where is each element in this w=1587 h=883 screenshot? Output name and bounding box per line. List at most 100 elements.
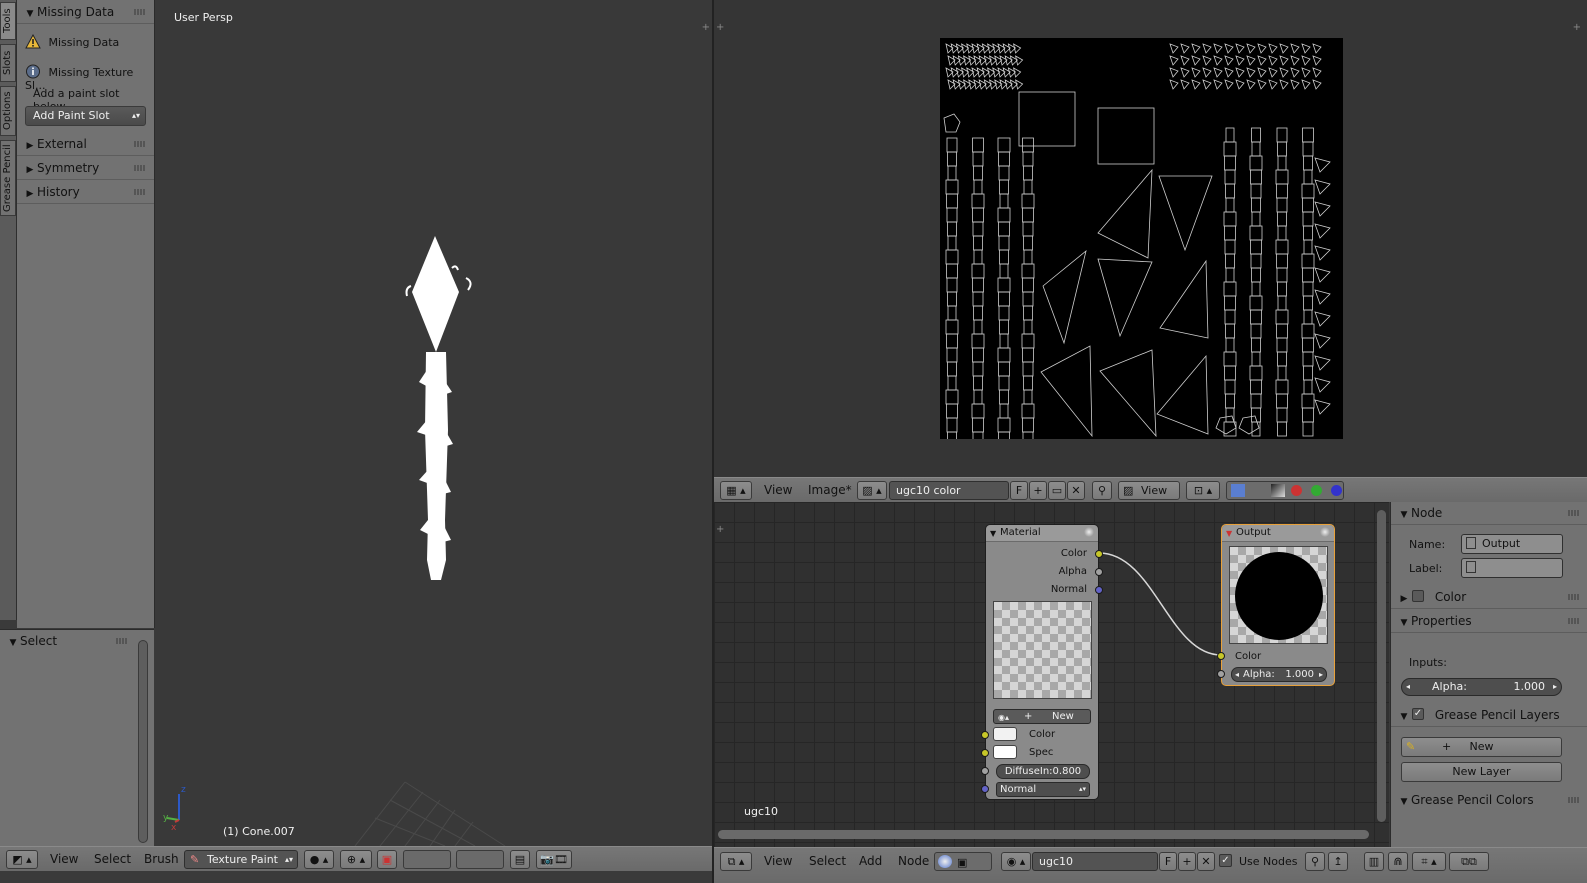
socket-spec-in[interactable] (981, 749, 989, 757)
shader-type-buttons[interactable]: ▣ (934, 852, 992, 871)
spear-mesh[interactable] (412, 236, 459, 580)
mask-toggle[interactable]: ▣ (377, 850, 397, 869)
panel-grease-pencil-layers[interactable]: ▼ ✓ Grease Pencil Layers (1391, 704, 1587, 727)
alpha-field[interactable]: ◂ Alpha: 1.000 ▸ (1231, 667, 1327, 682)
panel-select[interactable]: ▼ Select (0, 630, 154, 652)
copy-paste-buttons[interactable]: ⧉⧉ (1449, 852, 1489, 871)
material-node-header[interactable]: ▼ Material (986, 525, 1098, 542)
mode-select[interactable]: ✎ Texture Paint ▴▾ (184, 850, 298, 869)
snap-element-select[interactable]: ⌗ ▴ (1412, 852, 1446, 871)
tab-options[interactable]: Options (0, 86, 16, 136)
color-swatch[interactable] (993, 727, 1017, 741)
tab-tools[interactable]: Tools (0, 2, 16, 40)
drag-grip-icon[interactable] (1568, 510, 1580, 516)
socket-diffuse-in[interactable] (981, 767, 989, 775)
pin-button[interactable]: ⚲ (1092, 481, 1112, 500)
socket-alpha-out[interactable] (1095, 568, 1103, 576)
tab-grease-pencil[interactable]: Grease Pencil (0, 140, 16, 216)
view-mode-select[interactable]: ▨ View (1118, 481, 1180, 500)
menu-image[interactable]: Image* (808, 483, 852, 497)
pin-button[interactable]: ⚲ (1305, 852, 1325, 871)
panel-grease-pencil-colors[interactable]: ▼ Grease Pencil Colors (1391, 789, 1587, 811)
drag-grip-icon[interactable] (1568, 594, 1580, 600)
socket-alpha-in[interactable] (1217, 670, 1225, 678)
snap-toggle[interactable]: ⋒ (1388, 852, 1408, 871)
unlink-material-button[interactable]: ✕ (1197, 852, 1215, 871)
panel-history[interactable]: ▶ History (17, 181, 154, 204)
menu-select[interactable]: Select (94, 852, 131, 866)
area-split-icon[interactable]: + (1573, 22, 1581, 33)
spec-swatch[interactable] (993, 745, 1017, 759)
editor-type-button[interactable]: ◩ ▴ (6, 850, 38, 869)
layers-group-1[interactable] (403, 850, 451, 869)
open-image-button[interactable]: ▭ (1048, 481, 1066, 500)
output-node-header[interactable]: ▼ Output (1222, 525, 1334, 542)
3d-viewport[interactable]: User Persp z y x (1) Cone.007 + (155, 0, 712, 846)
fake-user-button[interactable]: F (1159, 852, 1177, 871)
new-layer-button[interactable]: New Layer (1401, 762, 1562, 782)
material-browse-button[interactable]: ◉ ▴ (1001, 852, 1031, 871)
output-node[interactable]: ▼ Output Color ◂ Alpha: 1.000 ▸ (1217, 524, 1335, 686)
image-browse-button[interactable]: ▨ ▴ (857, 481, 887, 500)
use-nodes-checkbox[interactable]: ✓ (1219, 854, 1232, 867)
node-label-field[interactable] (1461, 558, 1563, 578)
diffuse-intensity-field[interactable]: DiffuseIn:0.800 (996, 764, 1090, 779)
uv-image-editor[interactable]: + + (714, 0, 1587, 478)
material-browse[interactable]: ◉▴ + New (993, 709, 1091, 724)
socket-color-out[interactable] (1095, 550, 1103, 558)
area-split-icon[interactable]: + (716, 22, 724, 33)
uv-layout-image[interactable] (940, 38, 1343, 439)
panel-external[interactable]: ▶ External (17, 133, 154, 156)
menu-brush[interactable]: Brush (144, 852, 179, 866)
alpha-field[interactable]: ◂ Alpha: 1.000 ▸ (1401, 678, 1562, 696)
unlink-image-button[interactable]: ✕ (1067, 481, 1085, 500)
fake-user-button[interactable]: F (1010, 481, 1028, 500)
panel-color[interactable]: ▶ Color (1391, 586, 1587, 609)
editor-type-button[interactable]: ▦ ▴ (720, 481, 752, 500)
material-name-field[interactable]: ugc10 (1032, 852, 1158, 871)
menu-select[interactable]: Select (809, 854, 846, 868)
layers-group-2[interactable] (456, 850, 504, 869)
gp-checkbox[interactable]: ✓ (1412, 708, 1424, 720)
area-split-icon[interactable]: + (702, 22, 710, 33)
editor-type-button[interactable]: ⧉ ▴ (720, 852, 752, 871)
menu-view[interactable]: View (764, 854, 792, 868)
new-image-button[interactable]: + (1029, 481, 1047, 500)
panel-missing-data[interactable]: ▼ Missing Data (17, 1, 154, 24)
preview-sphere-icon[interactable] (1084, 527, 1094, 537)
socket-color-in[interactable] (981, 731, 989, 739)
render-layer-button[interactable]: ▤ (510, 850, 530, 869)
tab-slots[interactable]: Slots (0, 44, 16, 82)
link-color[interactable] (1098, 552, 1222, 656)
drag-grip-icon[interactable] (134, 9, 146, 15)
horizontal-scrollbar[interactable] (718, 830, 1369, 839)
image-name-field[interactable]: ugc10 color (889, 481, 1009, 500)
backdrop-button[interactable]: ▥ (1364, 852, 1384, 871)
drag-grip-icon[interactable] (1568, 618, 1580, 624)
scrollbar[interactable] (138, 640, 148, 843)
socket-color-in[interactable] (1217, 652, 1225, 660)
drag-grip-icon[interactable] (1568, 797, 1580, 803)
menu-view[interactable]: View (764, 483, 792, 497)
menu-add[interactable]: Add (859, 854, 882, 868)
parent-node-button[interactable]: ↥ (1328, 852, 1348, 871)
pivot-select[interactable]: ⊡ ▴ (1186, 481, 1220, 500)
node-editor[interactable]: + ▼ Material Color Alpha Normal ◉▴ + New… (714, 502, 1389, 847)
drag-grip-icon[interactable] (134, 189, 146, 195)
drag-grip-icon[interactable] (116, 638, 128, 644)
drag-grip-icon[interactable] (134, 165, 146, 171)
display-channels[interactable] (1226, 481, 1344, 500)
new-material-button[interactable]: New (1052, 710, 1074, 723)
add-paint-slot-select[interactable]: Add Paint Slot ▴▾ (25, 106, 146, 126)
render-buttons[interactable]: 📷🎞 (536, 850, 572, 869)
pivot-select[interactable]: ⊕ ▴ (340, 850, 372, 869)
panel-node[interactable]: ▼ Node (1391, 502, 1587, 525)
color-checkbox[interactable] (1412, 590, 1424, 602)
menu-node[interactable]: Node (898, 854, 929, 868)
gp-new-button[interactable]: ✎ + New (1401, 737, 1562, 757)
panel-symmetry[interactable]: ▶ Symmetry (17, 157, 154, 180)
socket-normal-in[interactable] (981, 785, 989, 793)
normal-select[interactable]: Normal ▴▾ (996, 782, 1090, 797)
node-name-field[interactable]: Output (1461, 534, 1563, 554)
socket-normal-out[interactable] (1095, 586, 1103, 594)
